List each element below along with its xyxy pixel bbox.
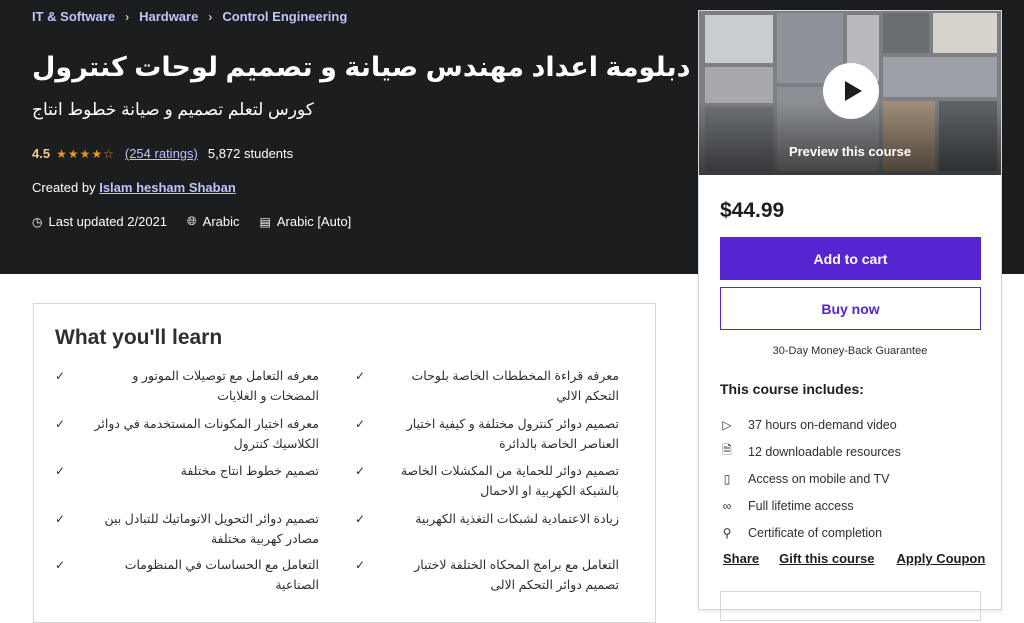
learn-item: ✓ التعامل مع الحساسات في المنظومات الصناع…	[55, 555, 319, 595]
what-you-learn-title: What you'll learn	[55, 326, 223, 349]
includes-item: ▷ 37 hours on-demand video	[720, 411, 901, 438]
gift-course-link[interactable]: Gift this course	[779, 551, 874, 566]
check-icon: ✓	[55, 464, 66, 478]
video-icon: ▷	[722, 417, 732, 432]
course-price: $44.99	[720, 199, 785, 222]
course-meta: ◷ Last updated 2/2021 🌐︎ Arabic ▤ Arabic…	[32, 214, 351, 229]
course-captions: Arabic [Auto]	[276, 214, 352, 229]
check-icon: ✓	[355, 464, 366, 478]
instructor-link[interactable]: Islam hesham Shaban	[99, 180, 236, 195]
learn-item: ✓ معرفه قراءة المخططات الخاصة بلوحات التح…	[355, 366, 619, 406]
course-title: دبلومة اعداد مهندس صيانة و تصميم لوحات ك…	[32, 52, 691, 82]
ratings-count-link[interactable]: (254 ratings)	[125, 146, 198, 161]
breadcrumb-it-software[interactable]: IT & Software	[32, 9, 115, 24]
check-icon: ✓	[55, 369, 66, 383]
check-icon: ✓	[355, 558, 366, 572]
mobile-icon: ▯	[723, 471, 731, 486]
includes-item: ▯ Access on mobile and TV	[720, 465, 901, 492]
learn-item: ✓ تصميم خطوط انتاج مختلفة	[55, 461, 319, 481]
captions-icon: ▤	[259, 214, 271, 229]
apply-coupon-link[interactable]: Apply Coupon	[897, 551, 986, 566]
preview-label[interactable]: Preview this course	[699, 144, 1001, 159]
trophy-icon: ⚲	[722, 525, 732, 540]
learn-item: ✓ تصميم دوائر التحويل الاتوماتيك للتبادل …	[55, 509, 319, 549]
created-by: Created by Islam hesham Shaban	[32, 180, 236, 195]
check-icon: ✓	[55, 512, 66, 526]
sidebar-links: Share Gift this course Apply Coupon	[723, 551, 985, 566]
breadcrumb-hardware[interactable]: Hardware	[139, 9, 198, 24]
breadcrumb: IT & Software › Hardware › Control Engin…	[32, 9, 347, 24]
includes-list: ▷ 37 hours on-demand video 🗎︎ 12 downloada…	[720, 411, 901, 546]
learn-item: ✓ زيادة الاعتمادية لشبكات التغذية الكهربي…	[355, 509, 619, 529]
check-icon: ✓	[355, 369, 366, 383]
learn-item: ✓ معرفه اختيار المكونات المستخدمة في دوائ…	[55, 414, 319, 454]
purchase-sidebar: Preview this course $44.99 Add to cart B…	[698, 10, 1002, 621]
check-icon: ✓	[55, 417, 66, 431]
learn-item: ✓ تصميم دوائر كنترول مختلفة و كيفية اختيا…	[355, 414, 619, 454]
rating-row: 4.5 ★★★★☆ (254 ratings) 5,872 students	[32, 146, 293, 161]
alert-clock-icon: ◷	[32, 214, 43, 229]
includes-item: ⚲ Certificate of completion	[720, 519, 901, 546]
created-by-label: Created by	[32, 180, 96, 195]
learn-item: ✓ معرفه التعامل مع توصيلات الموتور و المض…	[55, 366, 319, 406]
globe-icon: 🌐︎	[187, 214, 197, 228]
students-count: 5,872 students	[207, 146, 294, 161]
check-icon: ✓	[355, 512, 366, 526]
course-language: Arabic	[202, 214, 240, 229]
play-icon[interactable]	[823, 63, 879, 119]
last-updated: Last updated 2/2021	[48, 214, 168, 229]
add-to-cart-button[interactable]: Add to cart	[720, 237, 981, 280]
check-icon: ✓	[355, 417, 366, 431]
money-back-guarantee: 30-Day Money-Back Guarantee	[772, 345, 928, 357]
check-icon: ✓	[55, 558, 66, 572]
chevron-right-icon: ›	[125, 9, 130, 24]
rating-value: 4.5	[32, 146, 51, 161]
share-link[interactable]: Share	[723, 551, 759, 566]
breadcrumb-control-engineering[interactable]: Control Engineering	[222, 9, 347, 24]
course-preview[interactable]: Preview this course	[699, 11, 1001, 175]
file-download-icon: 🗎︎	[722, 443, 732, 457]
learn-item: ✓ التعامل مع برامج المحكاه الختلفة لاختبا…	[355, 555, 619, 595]
includes-item: 🗎︎ 12 downloadable resources	[720, 438, 901, 465]
infinity-icon: ∞	[722, 498, 732, 513]
includes-title: This course includes:	[720, 381, 864, 397]
buy-now-button[interactable]: Buy now	[720, 287, 981, 330]
chevron-right-icon: ›	[208, 9, 213, 24]
coupon-box	[720, 591, 981, 621]
course-subtitle: كورس لتعلم تصميم و صيانة خطوط انتاج	[32, 100, 314, 119]
what-you-learn-section: What you'll learn ✓ معرفه قراءة المخططات …	[33, 303, 656, 623]
star-rating-icon: ★★★★☆	[56, 146, 115, 161]
learn-item: ✓ تصميم دوائر للحماية من المكشلات الخاصة …	[355, 461, 619, 501]
includes-item: ∞ Full lifetime access	[720, 492, 901, 519]
